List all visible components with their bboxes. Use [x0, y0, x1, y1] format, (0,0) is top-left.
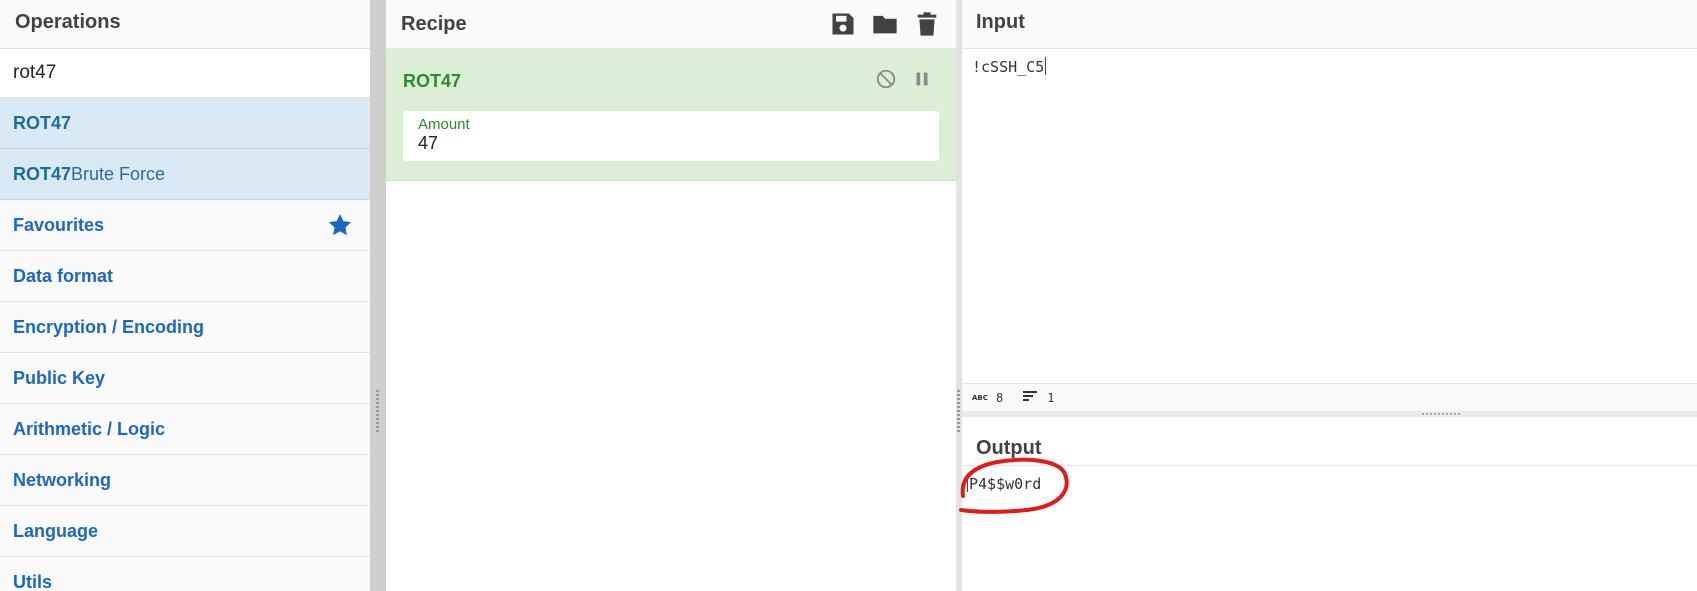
category-arithmetic-logic[interactable]: Arithmetic / Logic	[0, 404, 370, 455]
category-label: Language	[13, 520, 99, 541]
category-label: Favourites	[13, 214, 105, 235]
char-count-stat: ABC 8	[972, 391, 1003, 405]
operations-search[interactable]	[0, 49, 370, 98]
search-result-rot47[interactable]: ROT47	[0, 98, 370, 149]
recipe-operation-name: ROT47	[403, 70, 462, 91]
operations-panel: Operations ROT47 ROT47 Brute Force Favou…	[0, 0, 370, 591]
red-circle-annotation	[959, 457, 1069, 514]
input-statusbar: ABC 8 1	[962, 383, 1697, 411]
category-label: Public Key	[13, 367, 106, 388]
star-icon[interactable]	[327, 212, 353, 238]
argument-amount[interactable]: Amount	[403, 111, 939, 161]
amount-input[interactable]	[418, 133, 924, 154]
line-count: 1	[1047, 390, 1055, 405]
input-output-splitter[interactable]	[962, 411, 1697, 417]
category-encryption-encoding[interactable]: Encryption / Encoding	[0, 302, 370, 353]
category-label: Encryption / Encoding	[13, 316, 205, 337]
input-text: !cSSH_C5	[972, 58, 1045, 76]
line-count-stat: 1	[1023, 390, 1054, 405]
char-count: 8	[996, 390, 1004, 405]
operations-title: Operations	[0, 0, 370, 49]
recipe-toolbar	[829, 10, 941, 38]
save-icon[interactable]	[829, 10, 857, 38]
disable-icon[interactable]	[875, 68, 897, 90]
input-title: Input	[962, 0, 1697, 49]
input-textarea[interactable]: !cSSH_C5	[962, 49, 1697, 383]
svg-text:ABC: ABC	[972, 394, 988, 402]
pause-icon[interactable]	[911, 68, 933, 90]
ops-recipe-splitter[interactable]	[370, 0, 386, 591]
text-cursor	[1045, 57, 1047, 75]
category-networking[interactable]: Networking	[0, 455, 370, 506]
category-favourites[interactable]: Favourites	[0, 200, 370, 251]
category-label: Data format	[13, 265, 114, 286]
operations-search-input[interactable]	[13, 62, 357, 84]
recipe-panel: Recipe ROT47 Amount 47	[386, 0, 956, 591]
category-public-key[interactable]: Public Key	[0, 353, 370, 404]
output-textarea[interactable]: P4$$w0rd	[959, 457, 1697, 591]
category-utils[interactable]: Utils	[0, 557, 370, 591]
search-result-match: ROT47	[13, 163, 72, 184]
recipe-title: Recipe	[401, 12, 467, 35]
recipe-header: Recipe	[386, 0, 956, 49]
lines-icon	[1023, 390, 1039, 405]
splitter-grip	[957, 390, 960, 432]
category-language[interactable]: Language	[0, 506, 370, 557]
search-result-match: ROT47	[13, 112, 72, 133]
recipe-operation-rot47[interactable]: ROT47 Amount	[386, 49, 956, 181]
category-label: Networking	[13, 469, 112, 490]
folder-icon[interactable]	[871, 10, 899, 38]
splitter-grip	[1422, 413, 1462, 415]
search-result-rest: Brute Force	[71, 163, 166, 184]
recipe-operation-controls	[875, 68, 933, 90]
splitter-grip	[376, 390, 379, 432]
argument-label: Amount	[418, 116, 470, 133]
category-label: Utils	[13, 571, 53, 591]
category-data-format[interactable]: Data format	[0, 251, 370, 302]
search-result-rot47-brute-force[interactable]: ROT47 Brute Force	[0, 149, 370, 200]
abc-icon: ABC	[972, 391, 988, 405]
trash-icon[interactable]	[913, 10, 941, 38]
category-label: Arithmetic / Logic	[13, 418, 166, 439]
io-panel: Input !cSSH_C5 ABC 8 1 Output P4$$w0rd	[959, 0, 1697, 591]
